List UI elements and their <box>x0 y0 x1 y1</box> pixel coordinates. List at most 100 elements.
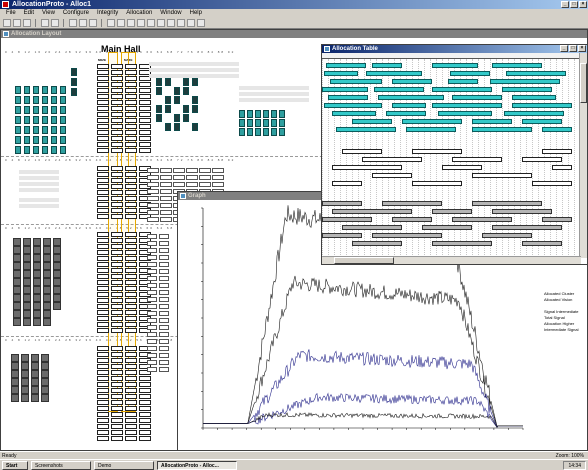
layout-icon[interactable] <box>187 19 195 27</box>
new-icon[interactable] <box>3 19 11 27</box>
allocation-bar[interactable] <box>492 209 552 214</box>
menu-configure[interactable]: Configure <box>60 9 92 18</box>
task-demo[interactable]: Demo <box>94 461 154 470</box>
allocation-bar[interactable] <box>362 157 422 162</box>
allocation-bar[interactable] <box>512 103 572 108</box>
allocation-bar[interactable] <box>322 87 368 92</box>
zoom-in-icon[interactable] <box>127 19 135 27</box>
horizontal-scrollbar[interactable] <box>322 256 581 264</box>
menu-integrity[interactable]: Integrity <box>94 9 121 18</box>
allocation-bar[interactable] <box>322 201 362 206</box>
menu-help[interactable]: Help <box>187 9 205 18</box>
refresh-icon[interactable] <box>177 19 185 27</box>
allocation-bar[interactable] <box>372 233 442 238</box>
allocation-bar[interactable] <box>432 103 502 108</box>
close-button[interactable]: × <box>579 1 587 8</box>
menu-file[interactable]: File <box>3 9 19 18</box>
allocation-bar[interactable] <box>336 127 396 132</box>
allocation-bar[interactable] <box>522 241 562 246</box>
allocation-bar[interactable] <box>432 63 478 68</box>
allocation-bar[interactable] <box>504 111 564 116</box>
allocation-bar[interactable] <box>372 63 402 68</box>
undo-icon[interactable] <box>107 19 115 27</box>
table-icon[interactable] <box>167 19 175 27</box>
allocation-bar[interactable] <box>432 241 492 246</box>
allocation-bar[interactable] <box>482 233 532 238</box>
allocation-bar[interactable] <box>378 95 444 100</box>
maximize-button[interactable]: □ <box>570 1 578 8</box>
open-icon[interactable] <box>13 19 21 27</box>
allocation-bar[interactable] <box>342 149 382 154</box>
redo-icon[interactable] <box>117 19 125 27</box>
allocation-bar[interactable] <box>406 127 456 132</box>
allocation-bar[interactable] <box>522 157 562 162</box>
allocation-bar[interactable] <box>392 79 432 84</box>
layout-window-titlebar[interactable]: Allocation Layout <box>1 30 587 38</box>
allocation-bar[interactable] <box>332 165 402 170</box>
allocation-bar[interactable] <box>374 87 424 92</box>
allocation-bar[interactable] <box>366 71 422 76</box>
allocation-bar[interactable] <box>402 119 462 124</box>
allocation-bar[interactable] <box>326 63 366 68</box>
allocation-bar[interactable] <box>502 87 552 92</box>
allocation-bar[interactable] <box>472 173 532 178</box>
allocation-bar[interactable] <box>432 209 472 214</box>
allocation-bar[interactable] <box>422 225 472 230</box>
allocation-bar[interactable] <box>452 157 502 162</box>
allocation-bar[interactable] <box>472 127 532 132</box>
allocation-bar[interactable] <box>442 165 482 170</box>
scroll-thumb[interactable] <box>580 63 587 103</box>
minimize-button[interactable]: _ <box>561 1 569 8</box>
allocation-bar[interactable] <box>412 149 462 154</box>
allocation-minimize-button[interactable]: _ <box>560 45 568 52</box>
allocation-window-titlebar[interactable]: Allocation Table _ □ × <box>322 45 587 53</box>
allocation-bar[interactable] <box>542 127 572 132</box>
allocation-bar[interactable] <box>392 217 432 222</box>
allocation-bar[interactable] <box>432 87 492 92</box>
allocation-bar[interactable] <box>492 225 562 230</box>
copy-icon[interactable] <box>79 19 87 27</box>
allocation-bar[interactable] <box>472 201 542 206</box>
allocation-bar[interactable] <box>452 217 512 222</box>
save-icon[interactable] <box>23 19 31 27</box>
start-button[interactable]: Start <box>2 461 28 470</box>
paste-icon[interactable] <box>89 19 97 27</box>
allocation-bar[interactable] <box>492 63 542 68</box>
allocation-bar[interactable] <box>328 95 368 100</box>
graph-icon[interactable] <box>157 19 165 27</box>
allocation-bar[interactable] <box>392 103 426 108</box>
allocation-close-button[interactable]: × <box>578 45 586 52</box>
allocation-bar[interactable] <box>542 217 572 222</box>
task-allocationproto[interactable]: AllocationProto - Alloc... <box>157 461 237 470</box>
allocation-bar[interactable] <box>472 119 512 124</box>
allocation-bar[interactable] <box>352 241 402 246</box>
print-preview-icon[interactable] <box>51 19 59 27</box>
allocation-maximize-button[interactable]: □ <box>569 45 577 52</box>
allocation-bar[interactable] <box>452 95 502 100</box>
allocation-bar[interactable] <box>382 201 442 206</box>
print-icon[interactable] <box>41 19 49 27</box>
allocation-bar[interactable] <box>322 233 362 238</box>
help-icon[interactable] <box>197 19 205 27</box>
allocation-bar[interactable] <box>324 103 382 108</box>
allocation-bar[interactable] <box>330 79 382 84</box>
allocation-bar[interactable] <box>342 225 402 230</box>
vertical-scrollbar[interactable] <box>579 53 587 258</box>
allocation-bar[interactable] <box>512 95 556 100</box>
task-screenshots[interactable]: Screenshots <box>31 461 91 470</box>
allocation-bar[interactable] <box>352 119 392 124</box>
allocation-bar[interactable] <box>372 173 412 178</box>
allocation-bar[interactable] <box>438 111 492 116</box>
allocation-bar[interactable] <box>542 149 572 154</box>
allocation-bar[interactable] <box>490 79 560 84</box>
zoom-out-icon[interactable] <box>137 19 145 27</box>
menu-edit[interactable]: Edit <box>21 9 37 18</box>
allocation-bar[interactable] <box>532 181 572 186</box>
grid-icon[interactable] <box>147 19 155 27</box>
allocation-bar[interactable] <box>450 71 490 76</box>
allocation-bar[interactable] <box>522 119 562 124</box>
cut-icon[interactable] <box>69 19 77 27</box>
allocation-bar[interactable] <box>412 181 462 186</box>
allocation-grid[interactable] <box>322 53 581 258</box>
allocation-bar[interactable] <box>332 181 362 186</box>
